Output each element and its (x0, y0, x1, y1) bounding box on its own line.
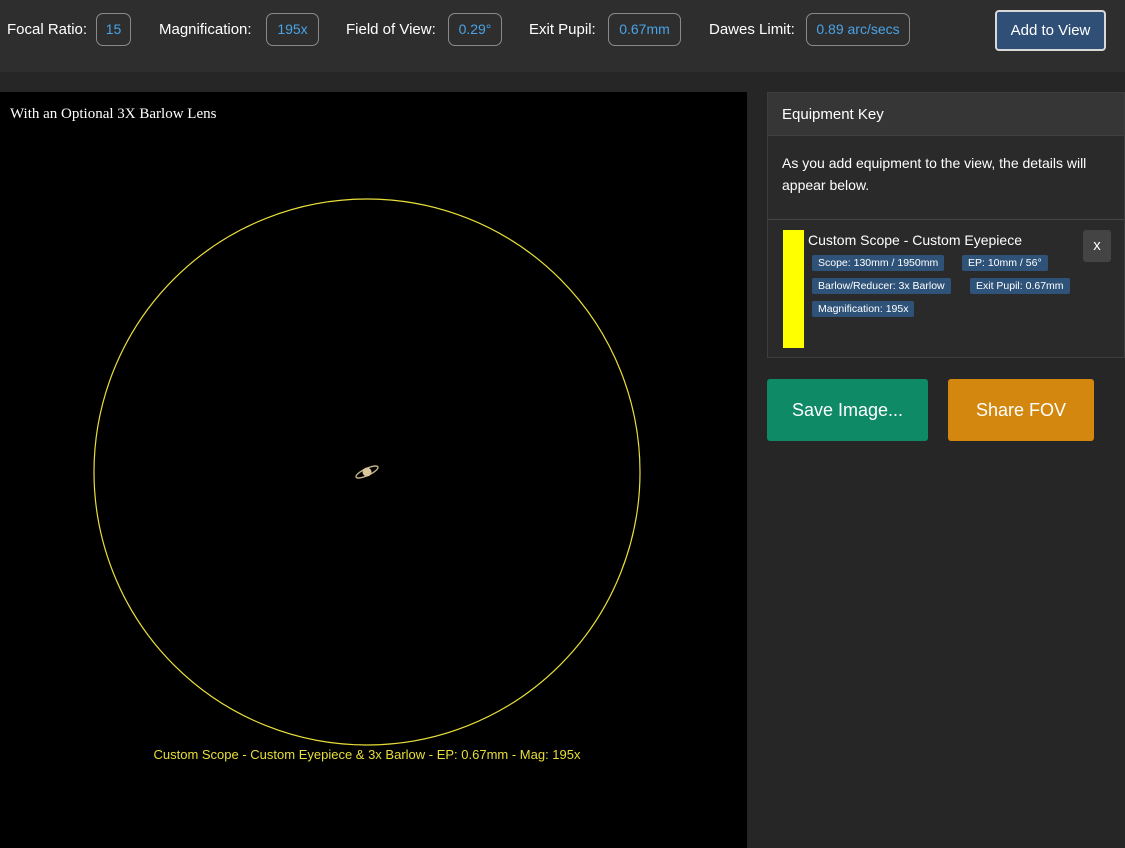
magnification-tag: Magnification: 195x (812, 301, 915, 317)
focal-ratio-value: 15 (96, 13, 131, 46)
equipment-key-description: As you add equipment to the view, the de… (782, 155, 1087, 193)
field-of-view-value: 0.29° (448, 13, 502, 46)
top-toolbar: Focal Ratio: 15 Magnification: 195x Fiel… (0, 0, 1125, 72)
exit-pupil-tag: Exit Pupil: 0.67mm (970, 278, 1070, 294)
divider (768, 219, 1124, 220)
dawes-limit-label: Dawes Limit: (709, 21, 795, 38)
fov-caption: Custom Scope - Custom Eyepiece & 3x Barl… (153, 747, 581, 762)
magnification-label: Magnification: (159, 21, 252, 38)
focal-ratio-label: Focal Ratio: (7, 21, 88, 38)
magnification-value: 195x (266, 13, 319, 46)
remove-equipment-button[interactable]: x (1083, 230, 1111, 262)
add-to-view-button[interactable]: Add to View (995, 10, 1106, 51)
barlow-tag: Barlow/Reducer: 3x Barlow (812, 278, 951, 294)
equipment-key-title: Equipment Key (782, 106, 884, 123)
exit-pupil-value: 0.67mm (608, 13, 681, 46)
save-image-button[interactable]: Save Image... (767, 379, 928, 441)
scope-tag: Scope: 130mm / 1950mm (812, 255, 945, 271)
field-of-view-label: Field of View: (346, 21, 436, 38)
fov-graphic (93, 198, 641, 746)
equipment-key-panel: Equipment Key As you add equipment to th… (767, 92, 1125, 358)
exit-pupil-label: Exit Pupil: (529, 21, 596, 38)
equipment-key-header: Equipment Key (768, 93, 1124, 136)
equipment-entry-title: Custom Scope - Custom Eyepiece (808, 232, 1022, 248)
eyepiece-tag: EP: 10mm / 56° (962, 255, 1048, 271)
fov-canvas: With an Optional 3X Barlow Lens Custom S… (0, 92, 747, 848)
saturn-icon (355, 465, 379, 479)
dawes-limit-value: 0.89 arc/secs (806, 13, 910, 46)
share-fov-button[interactable]: Share FOV (948, 379, 1094, 441)
equipment-color-swatch (783, 230, 804, 348)
